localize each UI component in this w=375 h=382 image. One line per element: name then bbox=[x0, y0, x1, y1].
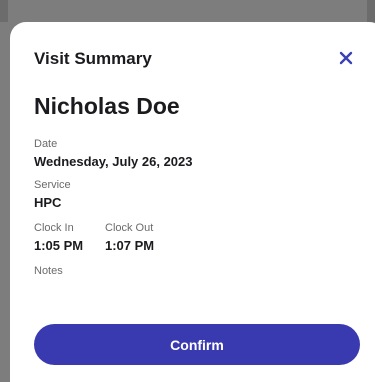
modal-title: Visit Summary bbox=[34, 49, 152, 68]
clock-out-label: Clock Out bbox=[105, 222, 154, 234]
date-value: Wednesday, July 26, 2023 bbox=[34, 154, 193, 169]
service-label: Service bbox=[34, 179, 71, 191]
date-label: Date bbox=[34, 138, 58, 150]
notes-label: Notes bbox=[34, 265, 63, 277]
clock-in-label: Clock In bbox=[34, 222, 74, 234]
visit-summary-sheet: Visit Summary Nicholas Doe Date Wednesda… bbox=[10, 22, 375, 382]
clock-out-value: 1:07 PM bbox=[105, 238, 155, 253]
patient-name: Nicholas Doe bbox=[34, 93, 180, 119]
confirm-button[interactable]: Confirm bbox=[34, 324, 360, 365]
close-icon-svg bbox=[339, 51, 353, 65]
close-icon[interactable] bbox=[336, 48, 356, 68]
service-value: HPC bbox=[34, 195, 62, 210]
clock-in-value: 1:05 PM bbox=[34, 238, 84, 253]
